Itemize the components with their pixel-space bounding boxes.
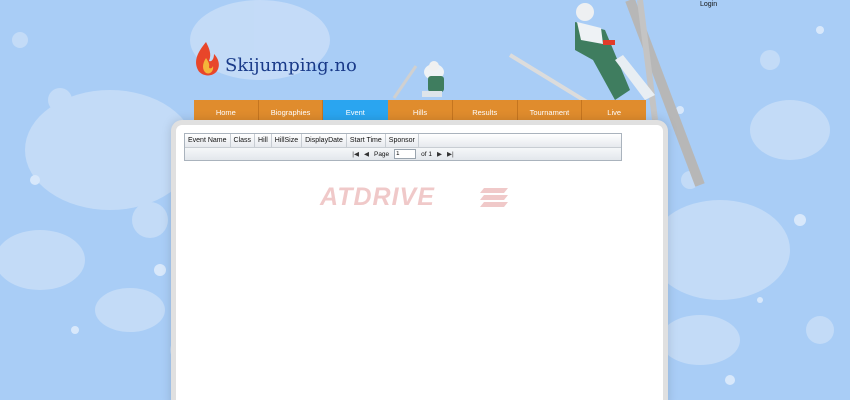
first-page-icon[interactable]: |◀ bbox=[352, 150, 359, 158]
column-header-hillsize[interactable]: HillSize bbox=[272, 134, 303, 147]
watermark-stripes-icon bbox=[480, 188, 508, 207]
last-page-icon[interactable]: ▶| bbox=[447, 150, 454, 158]
page-label: Page bbox=[373, 150, 390, 158]
flame-icon bbox=[196, 42, 219, 76]
page-number-input[interactable] bbox=[394, 149, 417, 159]
nav-event[interactable]: Event bbox=[323, 100, 389, 125]
column-header-hill[interactable]: Hill bbox=[255, 134, 272, 147]
nav-home[interactable]: Home bbox=[194, 100, 259, 125]
watermark-text: ATDRIVE bbox=[320, 183, 435, 211]
prev-page-icon[interactable]: ◀ bbox=[364, 150, 369, 158]
next-page-icon[interactable]: ▶ bbox=[437, 150, 442, 158]
nav-live[interactable]: Live bbox=[582, 100, 646, 125]
nav-biographies[interactable]: Biographies bbox=[259, 100, 324, 125]
content-panel: Event Name Class Hill HillSize DisplayDa… bbox=[176, 125, 663, 400]
events-grid: Event Name Class Hill HillSize DisplayDa… bbox=[184, 133, 622, 161]
logo-text: Skijumping.no bbox=[225, 55, 357, 76]
ski-jumper-small bbox=[392, 61, 444, 99]
nav-hills[interactable]: Hills bbox=[388, 100, 453, 125]
column-header-displaydate[interactable]: DisplayDate bbox=[302, 134, 347, 147]
column-header-sponsor[interactable]: Sponsor bbox=[386, 134, 419, 147]
column-header-class[interactable]: Class bbox=[231, 134, 256, 147]
grid-pager: |◀ ◀ Page of 1 ▶ ▶| bbox=[185, 148, 621, 160]
page-count-label: of 1 bbox=[421, 150, 433, 158]
column-header-event-name[interactable]: Event Name bbox=[185, 134, 231, 147]
main-nav: Home Biographies Event Hills Results Tou… bbox=[194, 100, 646, 125]
nav-results[interactable]: Results bbox=[453, 100, 518, 125]
grid-header-row: Event Name Class Hill HillSize DisplayDa… bbox=[185, 134, 621, 148]
nav-tournament[interactable]: Tournament bbox=[518, 100, 583, 125]
column-header-start-time[interactable]: Start Time bbox=[347, 134, 386, 147]
